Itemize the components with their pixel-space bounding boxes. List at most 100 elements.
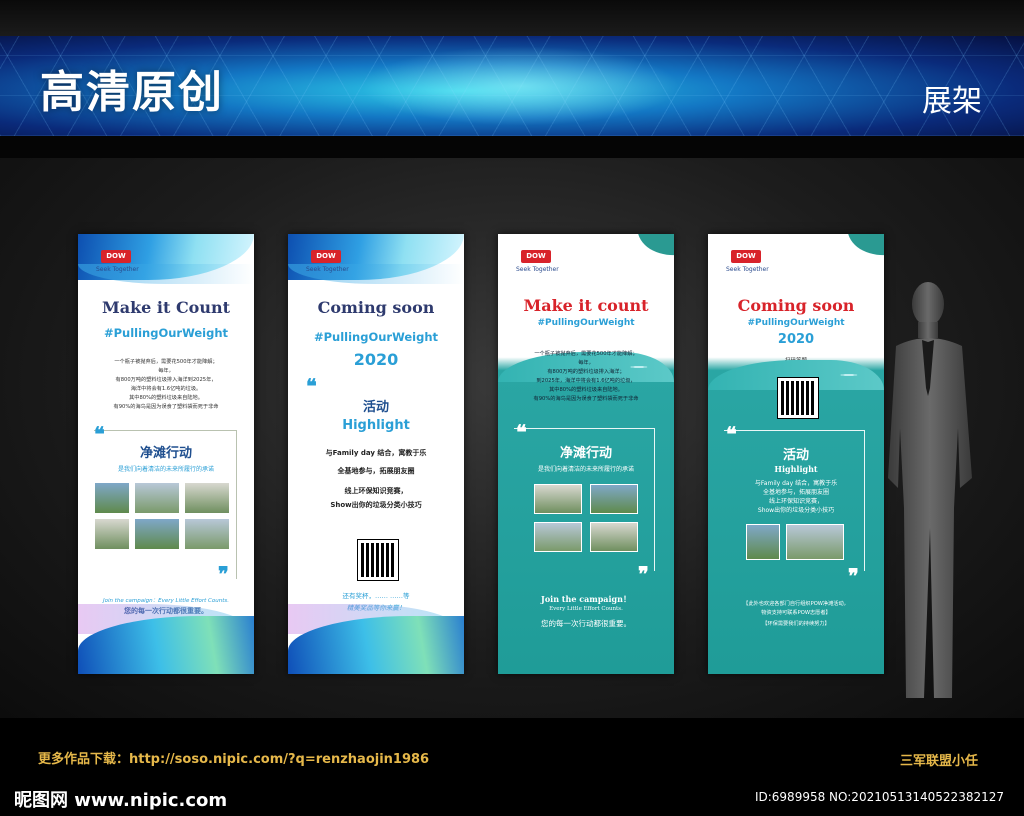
body-line: 一个瓶子被抛弃后，需要花500年才能降解；	[534, 351, 638, 357]
author-label: 三军联盟小任	[900, 754, 979, 769]
dow-logo: DOW Seek Together	[96, 250, 139, 273]
event-photo	[590, 522, 638, 552]
open-quote-icon: ❝	[516, 420, 527, 444]
rollup-stand-1: DOW Seek Together Make it Count #Pulling…	[78, 234, 254, 674]
event-photo	[786, 524, 844, 560]
leaf-decoration	[637, 234, 674, 262]
activity-en: Highlight	[342, 418, 410, 433]
stand-title: Coming soon	[317, 298, 435, 317]
qr-code[interactable]	[777, 377, 819, 419]
event-photo	[134, 482, 180, 514]
download-link[interactable]: 更多作品下载：http://soso.nipic.com/?q=renzhaoj…	[38, 748, 429, 767]
activity-line: Show出你的垃圾分类小技巧	[330, 501, 422, 509]
activity-line: Show出你的垃圾分类小技巧	[757, 507, 835, 514]
dow-logo-mark: DOW	[311, 250, 341, 263]
body-line: 其中80%的塑料垃圾来自陆地。	[549, 387, 623, 393]
campaign-text: Join the campaign！	[541, 594, 631, 604]
event-photo	[746, 524, 780, 560]
rollup-stand-3: DOW Seek Together Make it count #Pulling…	[498, 234, 674, 674]
event-photo	[94, 518, 130, 550]
close-quote-icon: ❞	[638, 562, 649, 586]
close-quote-icon: ❞	[218, 562, 229, 586]
dow-logo: DOW Seek Together	[306, 250, 349, 273]
top-band	[0, 0, 1024, 36]
dow-logo-tagline: Seek Together	[96, 266, 139, 273]
stand-title: Coming soon	[737, 296, 855, 315]
closing-text: 您的每一次行动都很重要。	[541, 619, 631, 628]
rollup-stand-4: DOW Seek Together Coming soon #PullingOu…	[708, 234, 884, 674]
body-line: 其中80%的塑料垃圾来自陆地。	[129, 395, 203, 401]
footer-note: 【此外也欢迎各部门自行组织POW净滩活动，	[743, 601, 849, 607]
rollup-stand-2: DOW Seek Together Coming soon #PullingOu…	[288, 234, 464, 674]
person-silhouette-icon	[888, 282, 972, 698]
photo-grid	[534, 484, 638, 552]
activity-line: 与Family day 结合，寓教于乐	[754, 480, 838, 487]
stand-year: 2020	[777, 332, 815, 347]
action-title: 净滩行动	[139, 446, 192, 461]
dow-logo-tagline: Seek Together	[516, 266, 559, 273]
stand-year: 2020	[353, 350, 399, 369]
stand-body: 一个瓶子被抛弃后，需要花500年才能降解； 每年， 有800万吨的塑料垃圾排入海…	[88, 358, 244, 412]
stand-hashtag: #PullingOurWeight	[747, 318, 845, 328]
dow-logo-mark: DOW	[731, 250, 761, 263]
body-line: 有90%的海鸟是因为误食了塑料袋而死于非命	[113, 404, 219, 410]
activity-line: 全基地参与，拓展朋友圈	[337, 467, 415, 475]
body-line: 有90%的海鸟是因为误食了塑料袋而死于非命	[533, 396, 639, 402]
activity-line: 与Family day 结合，寓教于乐	[325, 449, 427, 457]
banner-subtitle: 展架	[922, 84, 982, 119]
brand-logo[interactable]: 昵图网 www.nipic.com	[14, 786, 227, 812]
activity-line: 全基地参与，拓展朋友圈	[762, 489, 829, 496]
footer-note-3: 【环保需要我们的持续努力】	[762, 621, 830, 627]
banner-glow	[360, 46, 680, 126]
footer-note-2: 物资支持可联系POW志愿者】	[761, 610, 831, 616]
activity-line: 线上环保知识竞赛，	[768, 498, 823, 505]
dow-logo-mark: DOW	[101, 250, 131, 263]
event-photo	[534, 484, 582, 514]
stand-body: 一个瓶子被抛弃后，需要花500年才能降解； 每年， 有800万吨的塑料垃圾排入海…	[508, 350, 664, 404]
dow-logo-tagline: Seek Together	[726, 266, 769, 273]
dow-logo-tagline: Seek Together	[306, 266, 349, 273]
open-quote-icon: ❝	[726, 422, 737, 446]
open-quote-icon: ❝	[306, 374, 317, 398]
event-photo	[184, 482, 230, 514]
stand-title: Make it Count	[101, 298, 230, 317]
event-photo	[94, 482, 130, 514]
event-photo	[534, 522, 582, 552]
activity-line: 线上环保知识竞赛，	[344, 487, 408, 495]
close-quote-icon: ❞	[848, 564, 859, 588]
action-subtitle: 是我们向着清洁的未来所履行的承诺	[117, 466, 214, 473]
action-title: 净滩行动	[559, 446, 612, 461]
prize-text: 还有奖杯，…… ……等	[342, 592, 410, 600]
body-line: 一个瓶子被抛弃后，需要花500年才能降解；	[114, 359, 218, 365]
dow-logo: DOW Seek Together	[726, 250, 769, 273]
photo-grid	[746, 524, 844, 560]
activity-title: 活动	[782, 448, 809, 463]
header-banner: 高清原创 展架	[0, 36, 1024, 136]
activity-title: 活动	[362, 400, 389, 415]
dow-logo: DOW Seek Together	[516, 250, 559, 273]
banner-gap	[0, 136, 1024, 158]
body-line: 有800万吨的塑料垃圾排入海洋；	[547, 369, 625, 375]
image-id: ID:6989958 NO:20210513140522382127	[754, 790, 1004, 804]
body-line: 海洋中将会有1.6亿吨的垃圾。	[130, 386, 202, 392]
qr-code[interactable]	[357, 539, 399, 581]
stand-title: Make it count	[523, 296, 649, 315]
event-photo	[184, 518, 230, 550]
event-photo	[590, 484, 638, 514]
photo-grid	[94, 482, 230, 550]
body-line: 每年，	[578, 360, 594, 366]
stand-hashtag: #PullingOurWeight	[103, 326, 229, 340]
stand-hashtag: #PullingOurWeight	[313, 330, 439, 344]
leaf-decoration	[847, 234, 884, 262]
dow-logo-mark: DOW	[521, 250, 551, 263]
campaign-subtext: Every Little Effort Counts.	[549, 606, 623, 612]
banner-title: 高清原创	[40, 67, 224, 118]
body-line: 每年，	[158, 368, 174, 374]
activity-en: Highlight	[774, 464, 818, 474]
stand-hashtag: #PullingOurWeight	[537, 318, 635, 328]
body-line: 有800万吨的塑料垃圾排入海洋到2025年，	[115, 377, 217, 383]
action-subtitle: 是我们向着清洁的未来所履行的承诺	[537, 466, 634, 473]
campaign-text: Join the campaign：Every Little Effort Co…	[102, 598, 229, 604]
body-line: 到2025年，海洋中将会有1.6亿吨的垃圾，	[536, 378, 636, 384]
event-photo	[134, 518, 180, 550]
